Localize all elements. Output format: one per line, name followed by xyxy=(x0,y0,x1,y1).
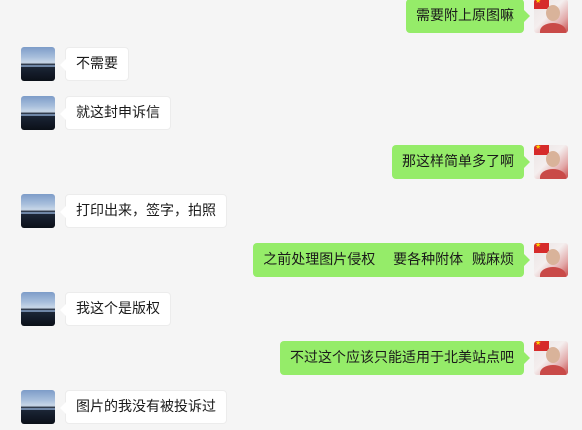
body-icon xyxy=(540,169,566,179)
face-icon xyxy=(546,5,560,21)
avatar[interactable] xyxy=(534,243,568,277)
message-bubble[interactable]: 需要附上原图嘛 xyxy=(406,0,530,33)
message-row: 需要附上原图嘛 xyxy=(0,0,582,39)
avatar[interactable] xyxy=(21,96,55,130)
message-bubble[interactable]: 之前处理图片侵权 要各种附体 贼麻烦 xyxy=(253,243,530,277)
message-bubble[interactable]: 就这封申诉信 xyxy=(60,96,171,130)
message-row: 就这封申诉信 xyxy=(0,96,582,136)
body-icon xyxy=(540,365,566,375)
avatar[interactable] xyxy=(534,0,568,33)
face-icon xyxy=(546,249,560,265)
message-row: 那这样简单多了啊 xyxy=(0,145,582,185)
message-row: 我这个是版权 xyxy=(0,292,582,332)
body-icon xyxy=(540,23,566,33)
avatar[interactable] xyxy=(21,390,55,424)
face-icon xyxy=(546,151,560,167)
message-row: 之前处理图片侵权 要各种附体 贼麻烦 xyxy=(0,243,582,283)
avatar[interactable] xyxy=(21,194,55,228)
message-bubble[interactable]: 打印出来，签字，拍照 xyxy=(60,194,227,228)
face-icon xyxy=(546,347,560,363)
avatar[interactable] xyxy=(21,292,55,326)
message-bubble[interactable]: 不需要 xyxy=(60,47,129,81)
avatar[interactable] xyxy=(534,341,568,375)
message-bubble[interactable]: 我这个是版权 xyxy=(60,292,171,326)
avatar[interactable] xyxy=(21,47,55,81)
message-bubble[interactable]: 那这样简单多了啊 xyxy=(392,145,530,179)
avatar[interactable] xyxy=(534,145,568,179)
message-row: 不过这个应该只能适用于北美站点吧 xyxy=(0,341,582,381)
message-row: 不需要 xyxy=(0,47,582,87)
message-bubble[interactable]: 图片的我没有被投诉过 xyxy=(60,390,227,424)
message-row: 图片的我没有被投诉过 xyxy=(0,390,582,430)
body-icon xyxy=(540,267,566,277)
chat-history: 需要附上原图嘛 不需要 就这封申诉信 那这样简单多了啊 打印出来，签字，拍照 之… xyxy=(0,0,582,425)
message-row: 打印出来，签字，拍照 xyxy=(0,194,582,234)
message-bubble[interactable]: 不过这个应该只能适用于北美站点吧 xyxy=(280,341,530,375)
